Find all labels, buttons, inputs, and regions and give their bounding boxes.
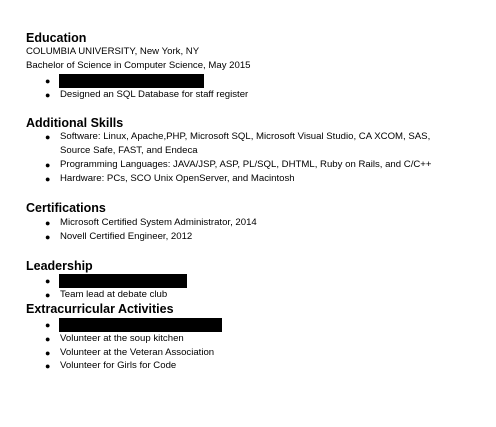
extracurricular-heading: Extracurricular Activities bbox=[26, 302, 174, 316]
extracurricular-item-text: Volunteer at the soup kitchen bbox=[60, 333, 184, 344]
bullet-icon: ● bbox=[45, 276, 51, 286]
skills-item-text: Programming Languages: JAVA/JSP, ASP, PL… bbox=[60, 159, 432, 170]
skills-item-text: Software: Linux, Apache,PHP, Microsoft S… bbox=[60, 131, 431, 142]
certifications-heading: Certifications bbox=[26, 201, 106, 215]
certifications-item-text: Novell Certified Engineer, 2012 bbox=[60, 231, 193, 242]
extracurricular-item-text: Volunteer at the Veteran Association bbox=[60, 347, 215, 358]
education-item-text: Designed an SQL Database for staff regis… bbox=[60, 89, 249, 100]
extracurricular-item-text: Volunteer for Girls for Code bbox=[60, 360, 177, 371]
bullet-icon: ● bbox=[45, 90, 51, 100]
skills-item-text: Source Safe, FAST, and Endeca bbox=[60, 145, 198, 156]
bullet-icon: ● bbox=[45, 320, 51, 330]
bullet-icon: ● bbox=[45, 174, 51, 184]
redaction-block bbox=[59, 274, 187, 288]
education-school: COLUMBIA UNIVERSITY, New York, NY bbox=[26, 46, 200, 57]
bullet-icon: ● bbox=[45, 218, 51, 228]
leadership-item-text: Team lead at debate club bbox=[60, 289, 168, 300]
redaction-block bbox=[59, 318, 222, 332]
leadership-heading: Leadership bbox=[26, 259, 93, 273]
certifications-item-text: Microsoft Certified System Administrator… bbox=[60, 217, 257, 228]
bullet-icon: ● bbox=[45, 361, 51, 371]
redaction-block bbox=[59, 74, 204, 88]
resume-page: Education COLUMBIA UNIVERSITY, New York,… bbox=[0, 0, 496, 427]
bullet-icon: ● bbox=[45, 348, 51, 358]
education-degree: Bachelor of Science in Computer Science,… bbox=[26, 60, 251, 71]
bullet-icon: ● bbox=[45, 290, 51, 300]
skills-heading: Additional Skills bbox=[26, 116, 124, 130]
bullet-icon: ● bbox=[45, 160, 51, 170]
education-heading: Education bbox=[26, 31, 87, 45]
bullet-icon: ● bbox=[45, 334, 51, 344]
bullet-icon: ● bbox=[45, 76, 51, 86]
bullet-icon: ● bbox=[45, 232, 51, 242]
bullet-icon: ● bbox=[45, 132, 51, 142]
skills-item-text: Hardware: PCs, SCO Unix OpenServer, and … bbox=[60, 173, 295, 184]
